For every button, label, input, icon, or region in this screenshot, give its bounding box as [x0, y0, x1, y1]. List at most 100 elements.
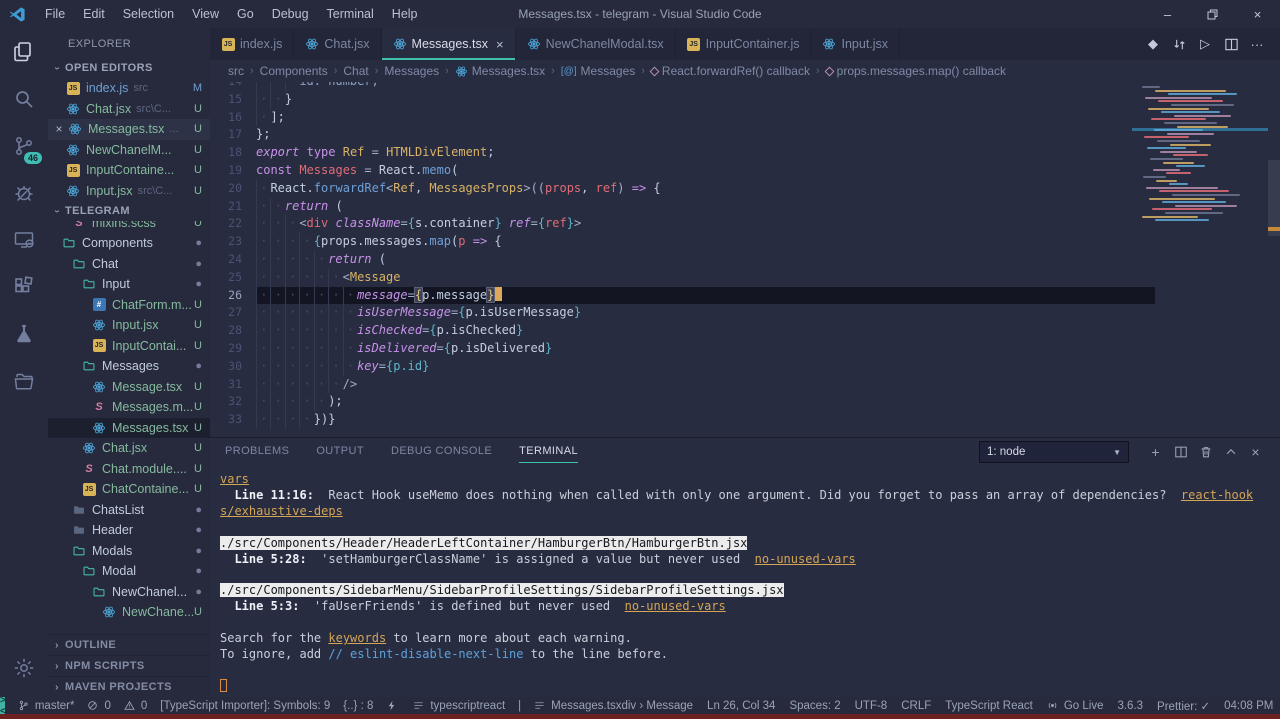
tree-item[interactable]: Header ●: [48, 520, 210, 541]
close-panel-icon[interactable]: ×: [1243, 438, 1268, 466]
minimap[interactable]: [1132, 82, 1268, 242]
status-git-branch[interactable]: master*: [18, 700, 74, 712]
tree-item[interactable]: Chat.jsx U: [48, 438, 210, 459]
terminal-link[interactable]: s/exhaustive-deps: [220, 504, 343, 518]
menu-go[interactable]: Go: [228, 0, 263, 28]
toggle-changes-icon[interactable]: [1166, 28, 1192, 60]
split-editor-icon[interactable]: [1218, 28, 1244, 60]
tree-item[interactable]: NewChanel... ●: [48, 582, 210, 603]
open-editor-item[interactable]: JS InputContaine... U: [48, 160, 210, 181]
status-pipe[interactable]: |: [518, 700, 521, 712]
menu-debug[interactable]: Debug: [263, 0, 318, 28]
more-actions-icon[interactable]: ···: [1244, 28, 1270, 60]
terminal-output[interactable]: vars Line 11:16: React Hook useMemo does…: [210, 466, 1280, 697]
status-imports-count[interactable]: {..} : 8: [343, 700, 373, 712]
status-language-mode[interactable]: typescriptreact: [413, 700, 505, 712]
tree-item[interactable]: Messages.tsx U: [48, 417, 210, 438]
status-version[interactable]: 3.6.3: [1117, 700, 1143, 712]
breadcrumb-item[interactable]: Chat: [343, 64, 368, 78]
activity-folders-icon[interactable]: [0, 357, 48, 404]
status-prettier[interactable]: Prettier: ✓: [1157, 699, 1210, 713]
terminal-link[interactable]: keywords: [328, 631, 386, 645]
status-language[interactable]: TypeScript React: [945, 700, 1033, 712]
status-errors[interactable]: 0: [87, 700, 111, 712]
scrollbar[interactable]: [1268, 82, 1280, 437]
menu-view[interactable]: View: [183, 0, 228, 28]
tab-messages.tsx[interactable]: Messages.tsx ×: [381, 28, 516, 60]
tree-item[interactable]: Input ●: [48, 274, 210, 295]
activity-extensions-icon[interactable]: [0, 263, 48, 310]
tree-item[interactable]: Message.tsx U: [48, 377, 210, 398]
open-editor-item[interactable]: NewChanelM... U: [48, 140, 210, 161]
project-section-header[interactable]: › TELEGRAM: [48, 201, 210, 221]
tree-item[interactable]: Modals ●: [48, 541, 210, 562]
open-editors-header[interactable]: › OPEN EDITORS: [48, 58, 210, 78]
tree-item[interactable]: S Chat.module.... U: [48, 459, 210, 480]
tree-item[interactable]: Messages ●: [48, 356, 210, 377]
menu-edit[interactable]: Edit: [74, 0, 114, 28]
status-clock[interactable]: 04:08 PM: [1224, 700, 1273, 712]
activity-debug-icon[interactable]: [0, 169, 48, 216]
tab-chat.jsx[interactable]: Chat.jsx: [294, 28, 382, 60]
split-terminal-icon[interactable]: [1168, 438, 1193, 466]
menu-selection[interactable]: Selection: [114, 0, 183, 28]
breadcrumb-item[interactable]: React.forwardRef() callback: [649, 64, 810, 78]
section-npm-scripts[interactable]: › NPM SCRIPTS: [48, 655, 210, 676]
tree-item[interactable]: S Messages.m... U: [48, 397, 210, 418]
restore-button[interactable]: [1190, 0, 1235, 28]
prettier-format-icon[interactable]: ◆: [1140, 28, 1166, 60]
status-go-live[interactable]: Go Live: [1047, 700, 1103, 712]
open-editor-item[interactable]: × Messages.tsx... U: [48, 119, 210, 140]
panel-tab-problems[interactable]: PROBLEMS: [225, 438, 289, 466]
section-outline[interactable]: › OUTLINE: [48, 634, 210, 655]
tab-index.js[interactable]: JS index.js: [210, 28, 295, 60]
tree-item[interactable]: Chat ●: [48, 254, 210, 275]
minimize-button[interactable]: –: [1145, 0, 1190, 28]
panel-tab-debug-console[interactable]: DEBUG CONSOLE: [391, 438, 492, 466]
tree-item[interactable]: Input.jsx U: [48, 315, 210, 336]
activity-remote-explorer-icon[interactable]: [0, 216, 48, 263]
tree-item[interactable]: JS ChatContaine... U: [48, 479, 210, 500]
terminal-link[interactable]: react-hook: [1181, 488, 1253, 502]
open-editor-item[interactable]: Chat.jsx src\C... U: [48, 99, 210, 120]
tree-item[interactable]: JS InputContai... U: [48, 336, 210, 357]
tree-item[interactable]: Components ●: [48, 233, 210, 254]
open-editor-item[interactable]: Input.jsx src\C... U: [48, 181, 210, 202]
panel-tab-output[interactable]: OUTPUT: [316, 438, 364, 466]
tree-item[interactable]: Smixins.scss U: [48, 221, 210, 233]
activity-source-control-icon[interactable]: 46: [0, 122, 48, 169]
breadcrumb-item[interactable]: props.messages.map() callback: [824, 64, 1006, 78]
tree-item[interactable]: ChatsList ●: [48, 500, 210, 521]
scrollbar-slider[interactable]: [1268, 160, 1280, 236]
breadcrumb-item[interactable]: src: [228, 64, 244, 78]
new-terminal-icon[interactable]: +: [1143, 438, 1168, 466]
close-icon[interactable]: ×: [52, 122, 66, 136]
close-button[interactable]: ×: [1235, 0, 1280, 28]
terminal-link[interactable]: no-unused-vars: [755, 552, 856, 566]
tab-inputcontainer.js[interactable]: JS InputContainer.js: [675, 28, 812, 60]
tab-newchanelmodal.tsx[interactable]: NewChanelModal.tsx: [515, 28, 676, 60]
status-warnings[interactable]: 0: [124, 700, 147, 712]
code-editor[interactable]: 14···id: number,15··}16·];17};18export t…: [210, 82, 1280, 437]
status-tag-path[interactable]: div › Message: [621, 700, 693, 712]
menu-help[interactable]: Help: [383, 0, 427, 28]
tree-item[interactable]: NewChane... U: [48, 602, 210, 623]
activity-explorer-icon[interactable]: [0, 28, 48, 75]
section-maven-projects[interactable]: › MAVEN PROJECTS: [48, 676, 210, 697]
status-cursor-pos[interactable]: Ln 26, Col 34: [707, 700, 775, 712]
activity-test-icon[interactable]: [0, 310, 48, 357]
menu-terminal[interactable]: Terminal: [318, 0, 383, 28]
breadcrumb-item[interactable]: Components: [260, 64, 328, 78]
activity-search-icon[interactable]: [0, 75, 48, 122]
breadcrumb-item[interactable]: Messages: [384, 64, 439, 78]
status-file-context[interactable]: Messages.tsx: [534, 700, 621, 712]
kill-terminal-icon[interactable]: [1193, 438, 1218, 466]
panel-tab-terminal[interactable]: TERMINAL: [519, 438, 578, 466]
status-eol[interactable]: CRLF: [901, 700, 931, 712]
status-bolt[interactable]: [386, 700, 400, 711]
status-indentation[interactable]: Spaces: 2: [789, 700, 840, 712]
open-editor-item[interactable]: JS index.js src M: [48, 78, 210, 99]
terminal-link[interactable]: no-unused-vars: [625, 599, 726, 613]
status-ts-importer[interactable]: [TypeScript Importer]: Symbols: 9: [160, 700, 330, 712]
status-encoding[interactable]: UTF-8: [855, 700, 888, 712]
